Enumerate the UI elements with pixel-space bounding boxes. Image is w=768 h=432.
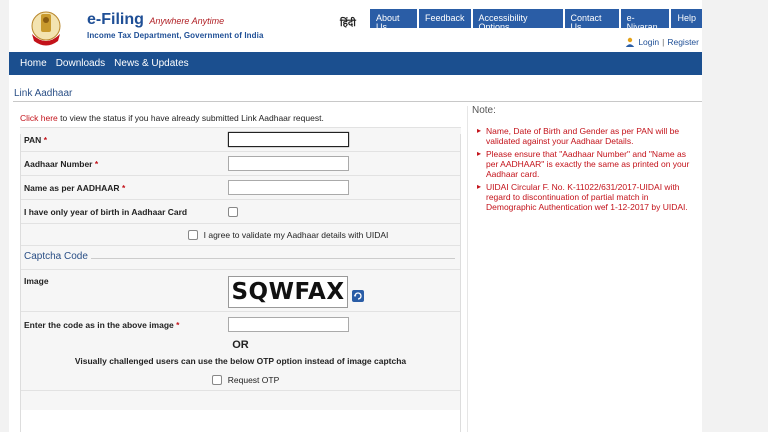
captcha-image: SQWFAX — [228, 276, 348, 308]
main-nav-downloads[interactable]: Downloads — [56, 58, 105, 69]
name-label: Name as per AADHAAR * — [24, 182, 126, 193]
note-item: UIDAI Circular F. No. K-11022/631/2017-U… — [472, 182, 697, 212]
top-nav-e-nivaran[interactable]: e-Nivaran — [620, 9, 670, 32]
emblem-icon — [31, 11, 61, 46]
main-nav: Home Downloads News & Updates — [9, 52, 702, 75]
main-nav-news-updates[interactable]: News & Updates — [114, 58, 188, 69]
top-nav: About Us Feedback Accessibility Options … — [368, 9, 702, 32]
page-title: Link Aadhaar — [14, 88, 73, 99]
pan-label: PAN * — [24, 134, 48, 145]
main-nav-home[interactable]: Home — [20, 58, 47, 69]
note-item: Please ensure that "Aadhaar Number" and … — [472, 149, 697, 179]
notes-panel: Note: Name, Date of Birth and Gender as … — [472, 105, 697, 215]
otp-row: Request OTP — [20, 370, 461, 390]
top-nav-feedback[interactable]: Feedback — [419, 9, 471, 28]
form-tail-row — [20, 390, 461, 410]
yob-row: I have only year of birth in Aadhaar Car… — [20, 199, 461, 223]
brand-subtitle: Income Tax Department, Government of Ind… — [87, 31, 264, 40]
notes-divider — [467, 106, 468, 432]
status-text: to view the status if you have already s… — [57, 113, 324, 123]
request-otp-checkbox[interactable] — [211, 375, 222, 385]
agree-checkbox[interactable] — [187, 229, 198, 240]
login-register: Login | Register — [625, 37, 699, 47]
captcha-image-row: Image SQWFAX — [20, 269, 461, 311]
image-label: Image — [24, 276, 49, 286]
brand: e-Filing Anywhere Anytime Income Tax Dep… — [87, 11, 264, 40]
agree-label: I agree to validate my Aadhaar details w… — [203, 229, 389, 240]
code-row: Enter the code as in the above image * — [20, 311, 461, 337]
header: e-Filing Anywhere Anytime Income Tax Dep… — [9, 0, 702, 52]
aadhaar-input[interactable] — [228, 156, 349, 171]
pan-row: PAN * — [20, 127, 461, 151]
user-icon — [626, 37, 635, 47]
code-label: Enter the code as in the above image * — [24, 319, 180, 330]
yob-checkbox[interactable] — [228, 206, 238, 217]
captcha-section: Captcha Code — [20, 245, 461, 269]
status-link[interactable]: Click here — [20, 113, 58, 123]
agree-row: I agree to validate my Aadhaar details w… — [20, 223, 461, 245]
top-nav-help[interactable]: Help — [671, 9, 702, 28]
name-input[interactable] — [228, 180, 349, 195]
request-otp-label: Request OTP — [227, 375, 280, 385]
login-link[interactable]: Login — [638, 37, 659, 47]
language-toggle[interactable]: हिंदी — [340, 15, 356, 29]
captcha-code-input[interactable] — [228, 317, 349, 332]
or-row: OR — [20, 337, 461, 352]
aadhaar-label: Aadhaar Number * — [24, 158, 99, 169]
or-text: OR — [232, 338, 249, 351]
separator: | — [662, 37, 665, 47]
note-item: Name, Date of Birth and Gender as per PA… — [472, 126, 697, 146]
register-link[interactable]: Register — [667, 37, 699, 47]
yob-label: I have only year of birth in Aadhaar Car… — [24, 206, 188, 217]
link-aadhaar-form: Click here to view the status if you hav… — [20, 113, 461, 410]
status-note: Click here to view the status if you hav… — [20, 113, 461, 123]
top-nav-contact-us[interactable]: Contact Us — [564, 9, 619, 32]
top-nav-about-us[interactable]: About Us — [370, 9, 417, 32]
refresh-icon[interactable] — [352, 290, 364, 302]
name-row: Name as per AADHAAR * — [20, 175, 461, 199]
page: e-Filing Anywhere Anytime Income Tax Dep… — [9, 0, 702, 432]
notes-title: Note: — [472, 105, 496, 116]
pan-input[interactable] — [228, 132, 349, 147]
brand-tagline: Anywhere Anytime — [149, 16, 225, 26]
title-divider — [13, 101, 702, 102]
captcha-section-title: Captcha Code — [24, 251, 91, 262]
visually-challenged-text: Visually challenged users can use the be… — [74, 356, 407, 366]
brand-title: e-Filing — [87, 11, 144, 28]
visually-challenged-row: Visually challenged users can use the be… — [20, 352, 461, 370]
top-nav-accessibility[interactable]: Accessibility Options — [472, 9, 563, 32]
aadhaar-row: Aadhaar Number * — [20, 151, 461, 175]
notes-list: Name, Date of Birth and Gender as per PA… — [472, 126, 697, 212]
